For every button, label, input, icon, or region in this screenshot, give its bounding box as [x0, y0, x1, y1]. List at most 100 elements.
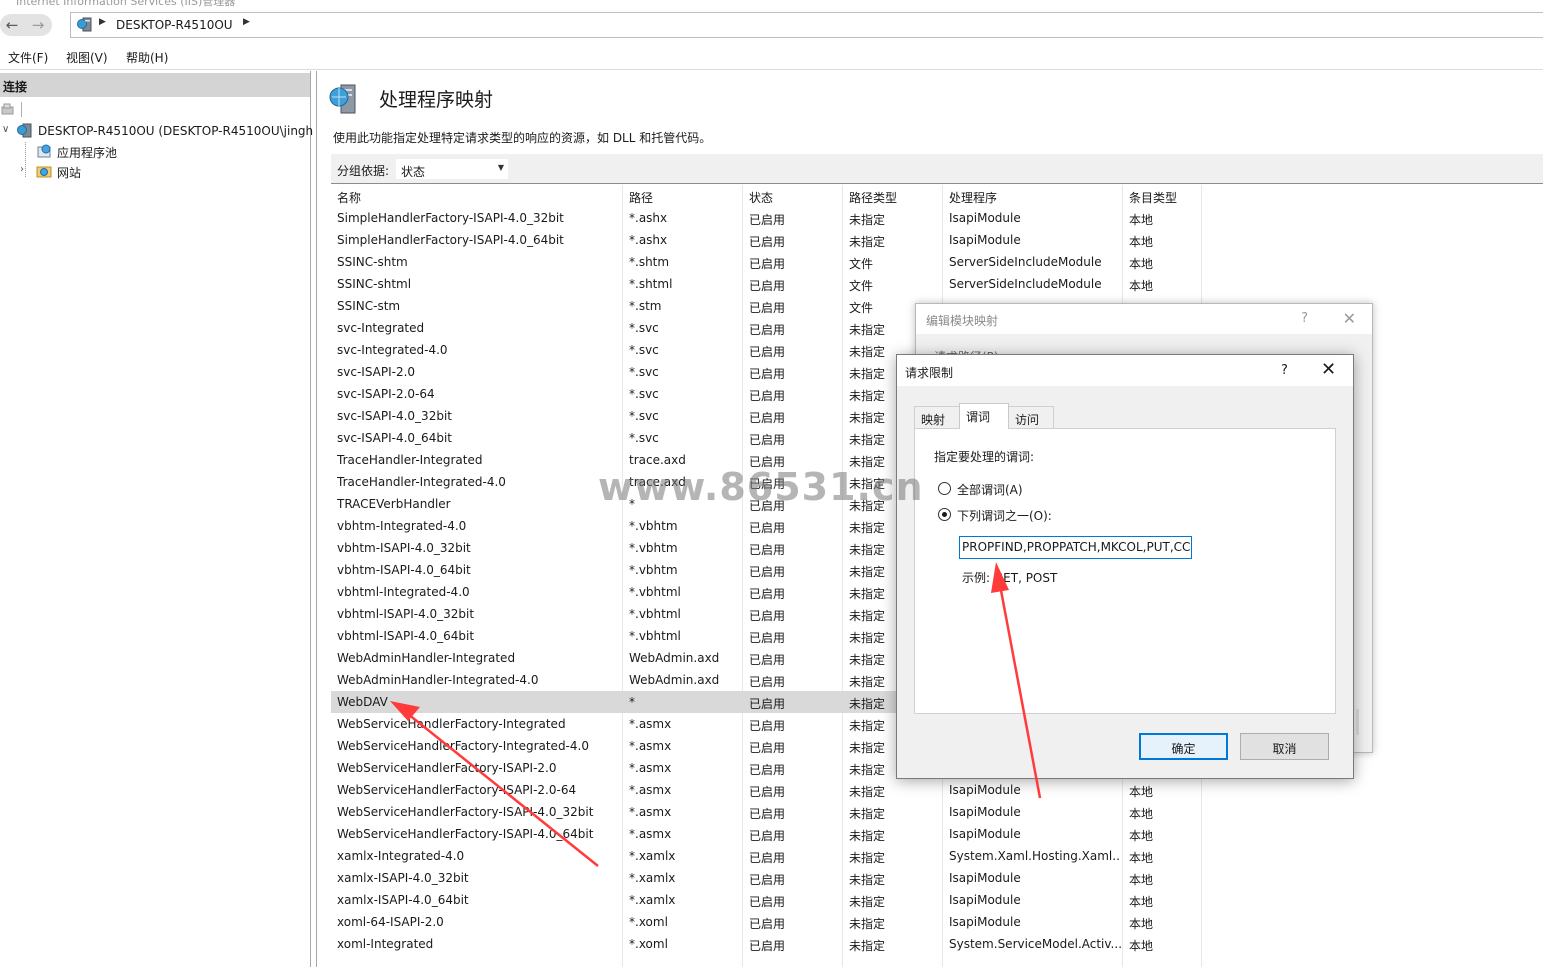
close-icon[interactable]: ✕	[1321, 359, 1336, 380]
back-arrow-icon[interactable]: ←	[2, 15, 22, 35]
col-header-path-type[interactable]: 路径类型	[843, 185, 903, 207]
cell-state: 已启用	[749, 895, 786, 909]
cell-path: *.xoml	[629, 937, 668, 951]
table-row[interactable]: SimpleHandlerFactory-ISAPI-4.0_32bit *.as…	[331, 207, 1201, 229]
server-icon	[77, 17, 95, 36]
cell-state: 已启用	[749, 235, 786, 249]
cell-state: 已启用	[749, 741, 786, 755]
menu-view[interactable]: 视图(V)	[66, 49, 108, 66]
menu-file[interactable]: 文件(F)	[8, 49, 48, 66]
cell-name: SimpleHandlerFactory-ISAPI-4.0_64bit	[337, 233, 564, 247]
page-description: 使用此功能指定处理特定请求类型的响应的资源，如 DLL 和托管代码。	[333, 131, 712, 145]
one-of-verbs-label[interactable]: 下列谓词之一(O):	[957, 507, 1052, 524]
tree-label-server: DESKTOP-R4510OU (DESKTOP-R4510OU\jingh	[38, 124, 314, 138]
table-row[interactable]: WebServiceHandlerFactory-ISAPI-2.0-64 *.a…	[331, 779, 1201, 801]
cell-name: xamlx-Integrated-4.0	[337, 849, 465, 863]
cell-entry-type: 本地	[1129, 257, 1154, 271]
cell-state: 已启用	[749, 477, 786, 491]
tab-access[interactable]: 访问	[1008, 406, 1054, 428]
connections-toolbar	[0, 99, 310, 121]
cell-path-type: 未指定	[849, 939, 886, 953]
tree-node-sites[interactable]: › 网站	[0, 162, 200, 182]
cell-name: svc-ISAPI-2.0-64	[337, 387, 435, 401]
help-icon[interactable]: ?	[1281, 363, 1288, 378]
cell-path: trace.axd	[629, 475, 686, 489]
col-header-state[interactable]: 状态	[743, 185, 779, 207]
cell-state: 已启用	[749, 389, 786, 403]
menu-help[interactable]: 帮助(H)	[126, 49, 168, 66]
cell-name: xoml-Integrated	[337, 937, 434, 951]
request-restrictions-dialog: 请求限制 ? ✕ 映射 谓词 访问 指定要处理的谓词: 全部谓词(A) 下列谓词…	[896, 354, 1354, 779]
table-row[interactable]: WebServiceHandlerFactory-ISAPI-4.0_64bit…	[331, 823, 1201, 845]
cell-handler: IsapiModule	[949, 783, 1021, 797]
cell-path-type: 未指定	[849, 213, 886, 227]
table-row[interactable]: xamlx-Integrated-4.0 *.xamlx 已启用 未指定 System.…	[331, 845, 1201, 867]
hidden-button-edge	[1356, 709, 1359, 735]
table-row[interactable]: xamlx-ISAPI-4.0_32bit *.xamlx 已启用 未指定 IsapiM…	[331, 867, 1201, 889]
cell-name: svc-ISAPI-2.0	[337, 365, 416, 379]
cell-path-type: 未指定	[849, 829, 886, 843]
close-icon[interactable]: ✕	[1343, 309, 1356, 328]
cell-path: *.svc	[629, 409, 659, 423]
breadcrumb-expand-icon[interactable]: ▶	[243, 17, 250, 27]
cell-name: WebServiceHandlerFactory-Integrated	[337, 717, 566, 731]
table-row[interactable]: WebServiceHandlerFactory-ISAPI-4.0_32bit…	[331, 801, 1201, 823]
cell-state: 已启用	[749, 521, 786, 535]
cell-state: 已启用	[749, 543, 786, 557]
address-field[interactable]: ▶ DESKTOP-R4510OU ▶	[70, 12, 1543, 38]
cell-entry-type: 本地	[1129, 213, 1154, 227]
cell-path: *.ashx	[629, 211, 668, 225]
cell-path: *.svc	[629, 321, 659, 335]
cell-path: *.svc	[629, 365, 659, 379]
collapse-chevron-icon[interactable]: ∨	[2, 124, 9, 135]
cell-path: *.vbhtml	[629, 629, 681, 643]
expand-chevron-icon[interactable]: ›	[20, 164, 24, 175]
group-by-select[interactable]: 状态 ▼	[395, 158, 509, 180]
cell-state: 已启用	[749, 565, 786, 579]
cell-path-type: 文件	[849, 279, 874, 293]
cell-path: *.asmx	[629, 739, 672, 753]
cell-handler: IsapiModule	[949, 233, 1021, 247]
cell-name: svc-Integrated-4.0	[337, 343, 448, 357]
table-row[interactable]: SSINC-shtm *.shtm 已启用 文件 ServerSideIncludeMo…	[331, 251, 1201, 273]
cell-path: *.vbhtml	[629, 607, 681, 621]
cell-state: 已启用	[749, 367, 786, 381]
col-header-entry-type[interactable]: 条目类型	[1123, 185, 1183, 207]
breadcrumb-server[interactable]: DESKTOP-R4510OU	[116, 18, 233, 32]
table-row[interactable]: SimpleHandlerFactory-ISAPI-4.0_64bit *.as…	[331, 229, 1201, 251]
verbs-input[interactable]: PROPFIND,PROPPATCH,MKCOL,PUT,CC	[959, 536, 1192, 559]
col-header-name[interactable]: 名称	[331, 185, 367, 207]
tab-mapping[interactable]: 映射	[914, 406, 960, 428]
all-verbs-label[interactable]: 全部谓词(A)	[957, 481, 1023, 498]
cell-state: 已启用	[749, 653, 786, 667]
cell-path: *.xamlx	[629, 893, 676, 907]
table-row[interactable]: SSINC-shtml *.shtml 已启用 文件 ServerSideInclude…	[331, 273, 1201, 295]
cell-handler: ServerSideIncludeModule	[949, 255, 1102, 269]
cell-state: 已启用	[749, 917, 786, 931]
one-of-verbs-radio[interactable]	[938, 508, 951, 521]
connect-icon[interactable]	[1, 102, 15, 116]
all-verbs-radio[interactable]	[938, 482, 951, 495]
tree-node-app-pools[interactable]: 应用程序池	[0, 142, 200, 162]
tree-node-server[interactable]: ∨ DESKTOP-R4510OU (DESKTOP-R4510OU\jingh	[0, 122, 314, 142]
cell-name: vbhtm-ISAPI-4.0_64bit	[337, 563, 471, 577]
server-icon	[17, 123, 35, 142]
cancel-button[interactable]: 取消	[1240, 733, 1329, 760]
col-header-path[interactable]: 路径	[623, 185, 659, 207]
table-row[interactable]: xoml-64-ISAPI-2.0 *.xoml 已启用 未指定 IsapiModule…	[331, 911, 1201, 933]
forward-arrow-icon[interactable]: →	[28, 15, 48, 35]
cell-name: SimpleHandlerFactory-ISAPI-4.0_32bit	[337, 211, 564, 225]
table-row[interactable]: xoml-Integrated *.xoml 已启用 未指定 System.Servic…	[331, 933, 1201, 955]
cell-name: TRACEVerbHandler	[337, 497, 451, 511]
cell-path: *.xamlx	[629, 871, 676, 885]
help-icon[interactable]: ?	[1301, 311, 1308, 326]
col-header-handler[interactable]: 处理程序	[943, 185, 1003, 207]
tab-verbs[interactable]: 谓词	[959, 403, 1009, 429]
ok-button[interactable]: 确定	[1139, 733, 1228, 760]
cell-path: *.asmx	[629, 761, 672, 775]
menu-bar: 文件(F) 视图(V) 帮助(H)	[0, 42, 1543, 70]
cell-name: vbhtm-ISAPI-4.0_32bit	[337, 541, 471, 555]
cell-state: 已启用	[749, 587, 786, 601]
table-row[interactable]: xamlx-ISAPI-4.0_64bit *.xamlx 已启用 未指定 IsapiM…	[331, 889, 1201, 911]
verbs-prompt: 指定要处理的谓词:	[934, 450, 1035, 464]
